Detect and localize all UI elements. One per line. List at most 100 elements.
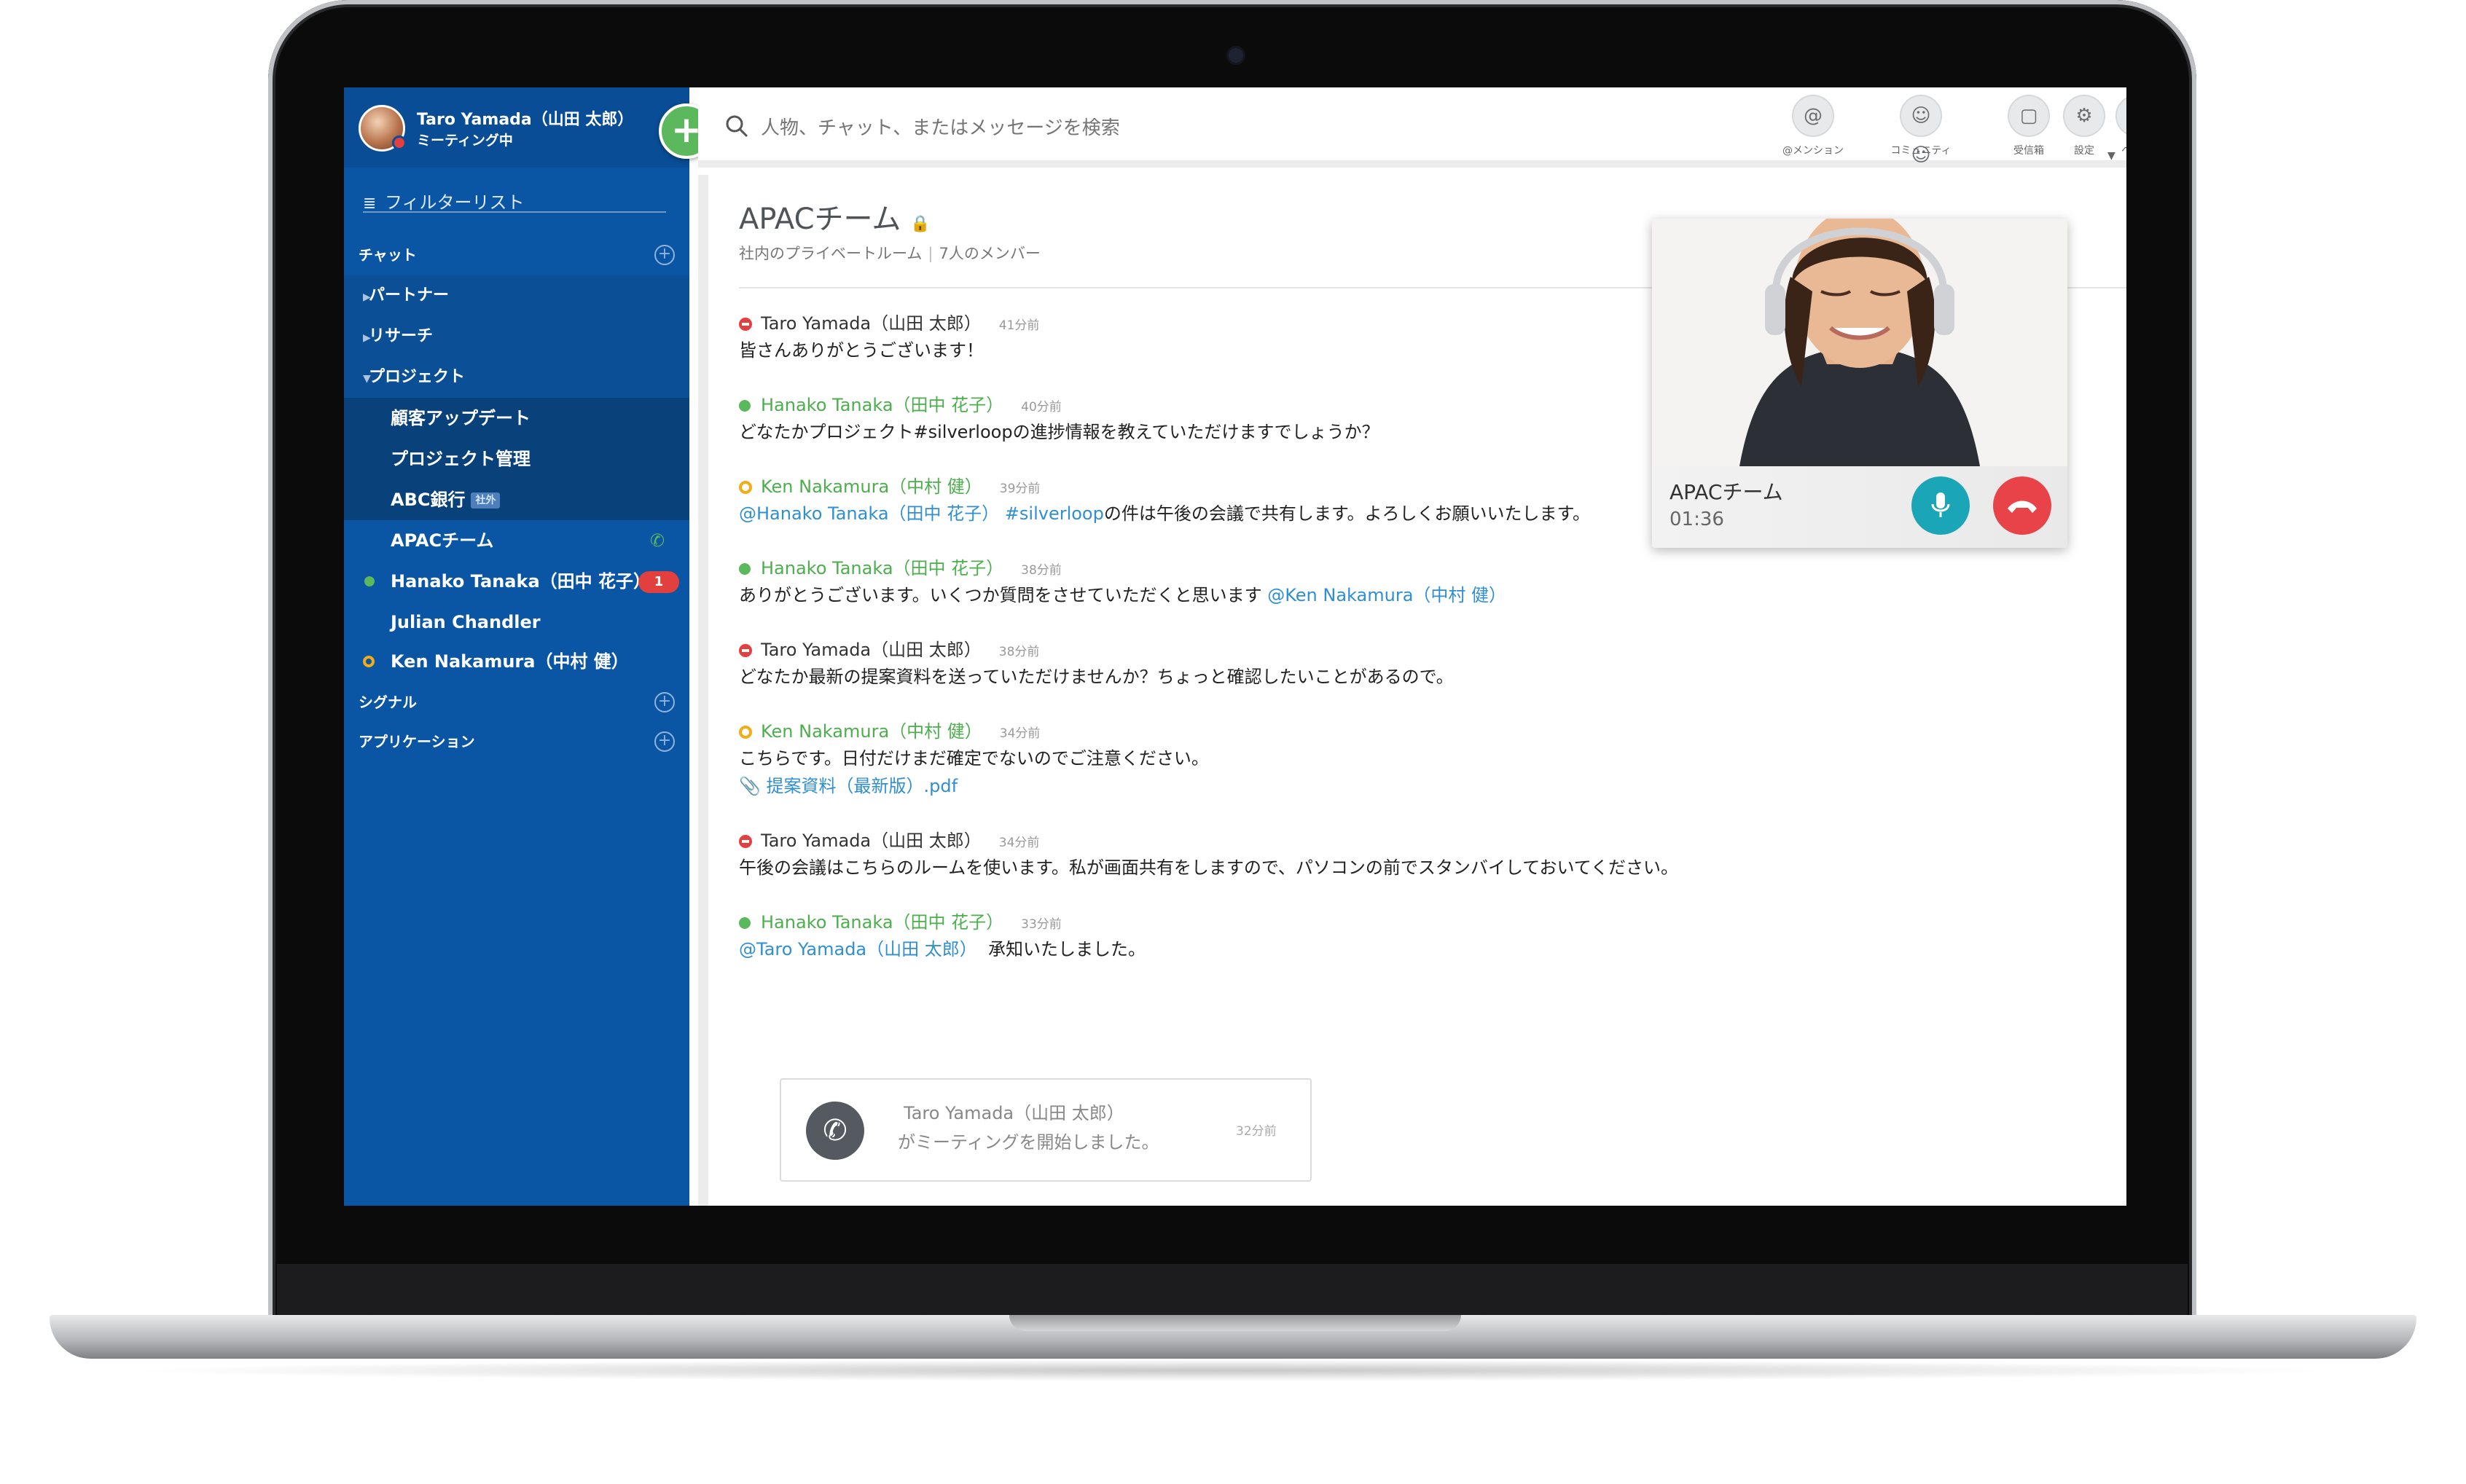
room-type: 社内のプライベートルーム [739,245,923,262]
inbox-icon: ▢ [2008,95,2050,137]
attachment-link[interactable]: 📎 提案資料（最新版）.pdf [739,772,1209,800]
message-author[interactable]: Hanako Tanaka（田中 花子） [761,912,1003,933]
message-text: @Taro Yamada（山田 太郎） 承知いたしました。 [739,935,1146,963]
busy-status-icon [739,310,761,337]
away-status-icon [739,718,761,745]
busy-status-icon [392,136,407,150]
add-signal-icon[interactable]: + [654,692,675,712]
hashtag-link[interactable]: #silverloop [1005,503,1104,524]
group-research[interactable]: ▶リサーチ [344,316,689,357]
group-project[interactable]: ▼プロジェクト [344,357,689,398]
section-apps[interactable]: アプリケーション [359,730,475,751]
add-app-icon[interactable]: + [654,731,675,752]
message-author[interactable]: Hanako Tanaka（田中 花子） [761,558,1003,578]
gear-icon: ⚙ [2063,95,2105,137]
meeting-card[interactable]: ✆ Taro Yamada（山田 太郎） がミーティングを開始しました。 32分… [780,1078,1312,1182]
phone-icon: ✆ [806,1102,864,1160]
microphone-button[interactable] [1911,476,1970,535]
meeting-text: がミーティングを開始しました。 [898,1132,1159,1153]
message: Ken Nakamura（中村 健） 39分前 @Hanako Tanaka（田中… [739,474,1590,527]
community-button[interactable]: ☺☺ コミュニティ [1884,95,1957,166]
message-text: 皆さんありがとうございます！ [739,340,984,361]
busy-status-icon [739,637,761,663]
message-time: 33分前 [1021,917,1062,932]
attachment-name[interactable]: 提案資料（最新版）.pdf [767,776,958,796]
message-author[interactable]: Hanako Tanaka（田中 花子） [761,395,1003,415]
section-chat[interactable]: チャット [359,243,417,264]
mention-link[interactable]: @Ken Nakamura（中村 健） [1267,585,1506,605]
camera-icon [1229,48,1243,63]
message: Taro Yamada（山田 太郎） 41分前 皆さんありがとうございます！ [739,310,1039,364]
message-text: @Hanako Tanaka（田中 花子） #silverloopの件は午後の会… [739,500,1590,527]
message-author[interactable]: Ken Nakamura（中村 健） [761,476,982,497]
message-body: 承知いたしました。 [988,939,1146,959]
call-duration: 01:36 [1670,509,1724,530]
unread-badge: 1 [638,571,679,593]
room-customer-update[interactable]: 顧客アップデート [391,404,531,429]
user-presence: ミーティング中 [417,133,513,149]
room-members[interactable]: 7人のメンバー [939,245,1040,262]
meeting-time: 32分前 [1236,1124,1277,1139]
online-status-icon [739,392,761,418]
message-time: 40分前 [1021,400,1062,415]
group-label: リサーチ [369,327,434,345]
room-project-management[interactable]: プロジェクト管理 [391,444,531,470]
hang-up-button[interactable] [1993,476,2051,535]
search-icon[interactable] [724,114,749,138]
video-call-panel[interactable]: APACチーム 01:36 [1652,219,2067,548]
message: Ken Nakamura（中村 健） 34分前 こちらです。日付だけまだ確定でない… [739,718,1209,800]
mention-link[interactable]: @Hanako Tanaka（田中 花子） [739,503,999,524]
community-icon: ☺☺ [1900,95,1942,166]
group-partner[interactable]: ▶パートナー [344,275,689,316]
online-status-icon [364,576,375,586]
room-label: ABC銀行 [391,490,466,510]
message-text: どなたか最新の提案資料を送っていただけませんか？ちょっと確認したいことがあるので… [739,667,1454,687]
room-abc-bank[interactable]: ABC銀行 社外 [391,485,501,511]
contact-ken[interactable]: Ken Nakamura（中村 健） [344,641,689,682]
room-apac-team[interactable]: APACチーム ✆ [344,520,689,561]
meeting-host: Taro Yamada（山田 太郎） [904,1103,1124,1123]
message: Taro Yamada（山田 太郎） 38分前 どなたか最新の提案資料を送っていた… [739,637,1454,691]
user-name: Taro Yamada（山田 太郎） [417,111,634,129]
section-signal[interactable]: シグナル [359,691,417,712]
add-chat-icon[interactable]: + [654,245,675,265]
filter-list-label: フィルターリスト [385,192,525,213]
message-text: こちらです。日付だけまだ確定でないのでご注意ください。 [739,748,1209,769]
mention-link[interactable]: @Taro Yamada（山田 太郎） [739,939,977,959]
laptop-chin [277,1264,2188,1322]
message-time: 34分前 [999,726,1041,741]
message: Hanako Tanaka（田中 花子） 40分前 どなたかプロジェクト#silv… [739,392,1379,446]
paperclip-icon: 📎 [739,776,761,796]
group-label: パートナー [369,286,450,305]
phone-icon: ✆ [650,530,665,551]
contact-label: Ken Nakamura（中村 健） [391,651,629,672]
message-time: 38分前 [998,645,1040,659]
message-author[interactable]: Ken Nakamura（中村 健） [761,721,982,742]
message-author[interactable]: Taro Yamada（山田 太郎） [761,640,982,660]
room-title-text: APACチーム [739,203,901,236]
contact-julian[interactable]: Julian Chandler [344,602,689,643]
laptop-notch [1009,1315,1461,1331]
at-icon: @ [1792,95,1834,137]
search-input[interactable] [761,114,1417,143]
chevron-down-icon[interactable]: ▼ [2107,150,2115,162]
online-status-icon [739,555,761,581]
chevron-right-icon: ▶ [363,291,371,303]
contact-label: Hanako Tanaka（田中 花子） [391,571,651,592]
lock-icon: 🔒 [910,215,931,233]
video-feed [1652,219,2067,466]
message-author[interactable]: Taro Yamada（山田 太郎） [761,313,982,334]
settings-button[interactable]: ⚙ 設定 [2048,95,2121,157]
message-author[interactable]: Taro Yamada（山田 太郎） [761,831,982,851]
busy-status-icon [739,828,761,854]
message: Hanako Tanaka（田中 花子） 38分前 ありがとうございます。いくつか… [739,555,1506,609]
mentions-button[interactable]: @ @メンション [1777,95,1850,157]
room-label: APACチーム [391,530,494,551]
tool-label: コミュニティ [1890,145,1952,157]
away-status-icon [363,656,375,667]
filter-list-button[interactable]: ≣ フィルターリスト [363,188,666,213]
group-label: プロジェクト [369,368,466,386]
message: Hanako Tanaka（田中 花子） 33分前 @Taro Yamada（山田… [739,909,1146,963]
external-tag: 社外 [471,492,501,509]
contact-hanako[interactable]: Hanako Tanaka（田中 花子） 1 [344,561,689,602]
